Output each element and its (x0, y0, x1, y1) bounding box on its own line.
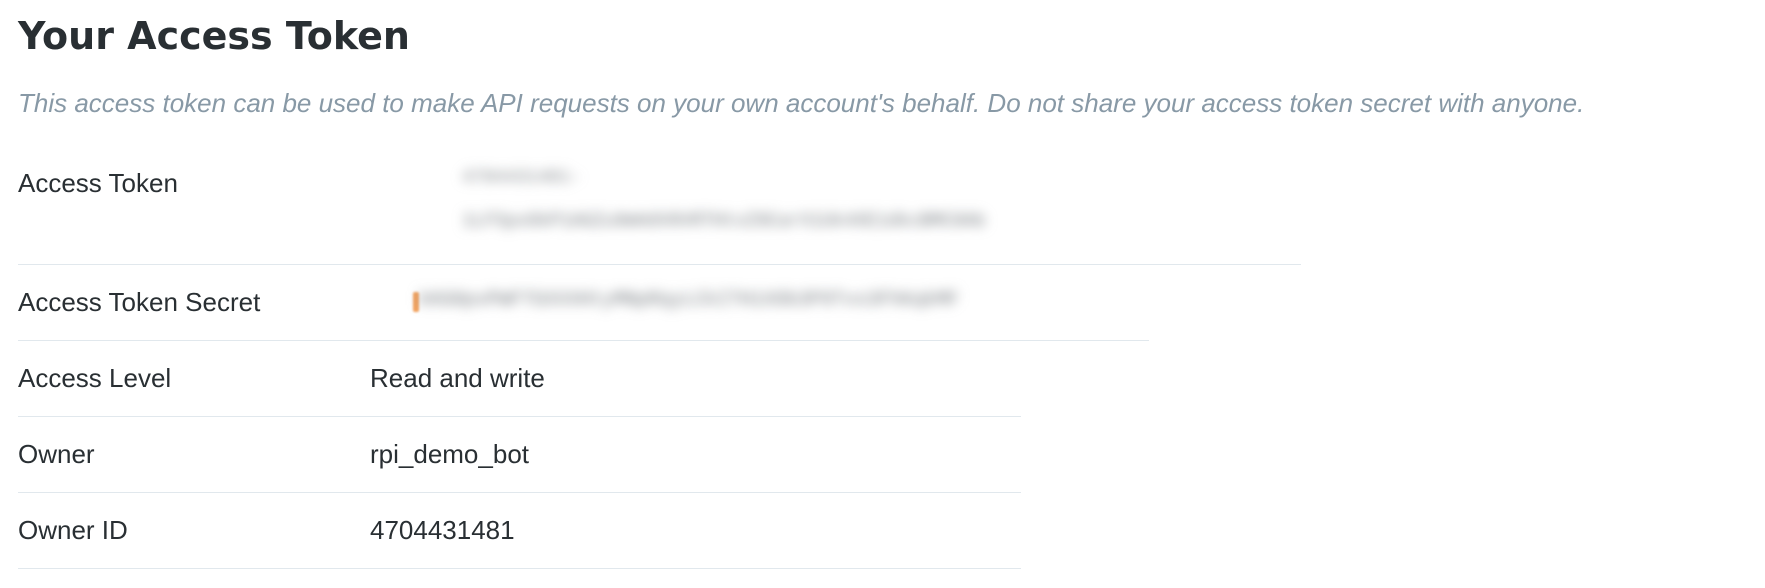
owner-id-value: 4704431481 (370, 515, 515, 545)
owner-id-label: Owner ID (18, 515, 128, 545)
page-title: Your Access Token (18, 14, 410, 58)
page-description: This access token can be used to make AP… (18, 88, 1585, 118)
divider (18, 492, 1021, 493)
divider (18, 264, 1301, 265)
access-token-label: Access Token (18, 168, 178, 198)
divider (18, 416, 1021, 417)
divider (18, 568, 1021, 569)
access-token-secret-value: kKG0pvPWFTGXXXHtyMNpRqyLCkITH1XOb3P9Tvs3… (418, 289, 959, 312)
access-level-label: Access Level (18, 363, 172, 393)
owner-value: rpi_demo_bot (370, 439, 529, 469)
access-token-value-line2: 1LF5px8kP1AGZu9mHdV0VRTHtvZ9CarX1Uk4XE1d… (462, 210, 986, 232)
divider (18, 340, 1149, 341)
access-token-secret-label: Access Token Secret (18, 287, 261, 317)
owner-label: Owner (18, 439, 95, 469)
access-level-value: Read and write (370, 363, 545, 393)
access-token-value-line1: 4704431481- (462, 168, 581, 188)
